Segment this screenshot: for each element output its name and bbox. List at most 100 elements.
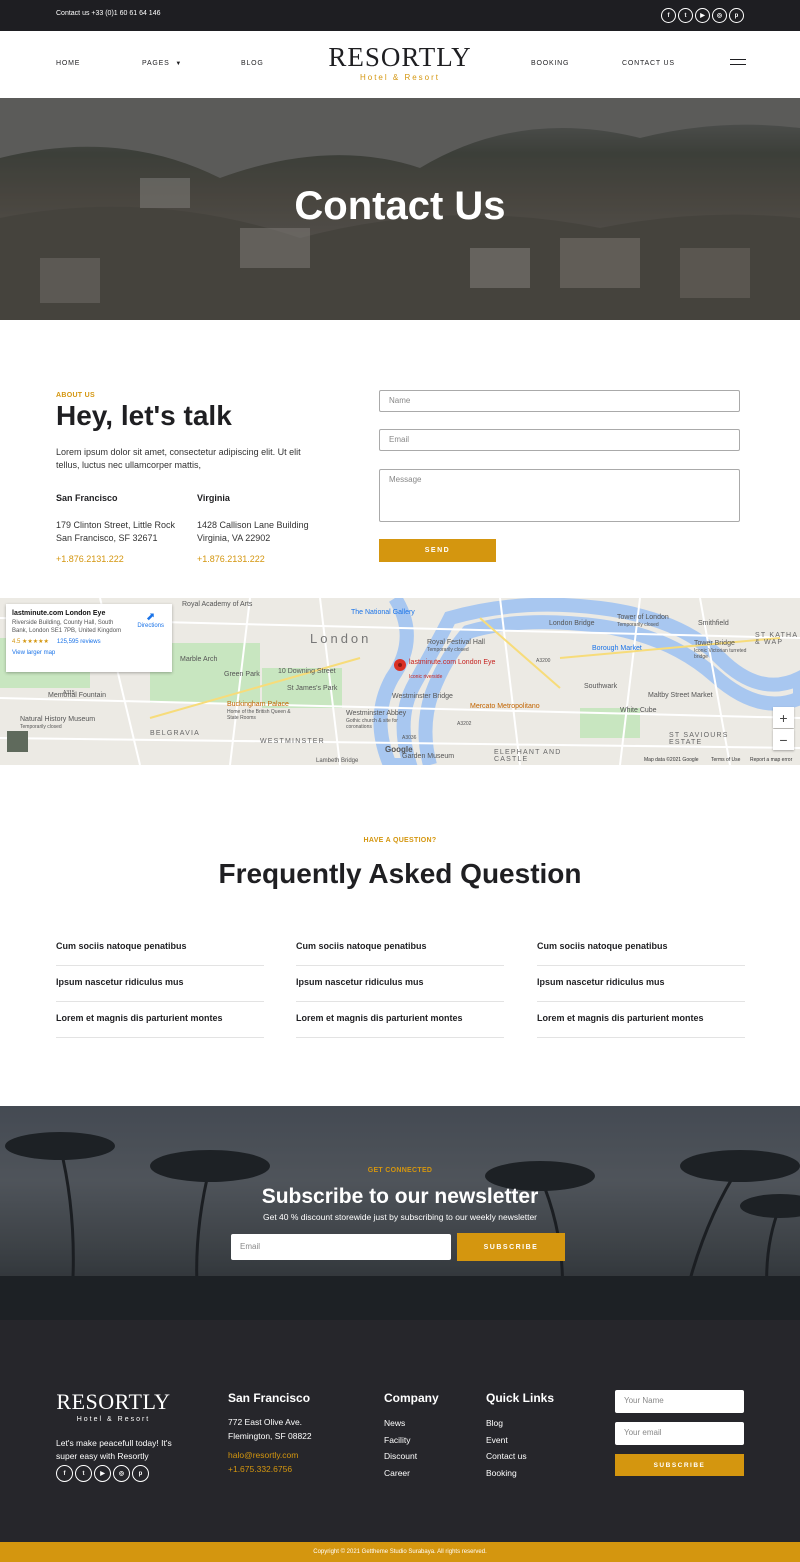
view-larger-map-link[interactable]: View larger map	[12, 650, 166, 656]
zoom-out-button[interactable]: −	[773, 729, 794, 750]
message-field[interactable]: Message	[379, 469, 740, 522]
about-title: Hey, let's talk	[56, 400, 232, 431]
map-label: Westminster Bridge	[392, 693, 453, 700]
nav-contact[interactable]: CONTACT US	[622, 60, 675, 67]
location-map[interactable]: lastminute.com London Eye Riverside Buil…	[0, 598, 800, 765]
footer-column-title: Company	[384, 1391, 439, 1405]
logo-brand: RESORTLY	[328, 42, 472, 72]
map-label: Garden Museum	[402, 753, 455, 760]
map-label: A3036	[402, 735, 417, 741]
topbar-contact: Contact us +33 (0)1 60 61 64 146	[56, 10, 161, 17]
youtube-icon[interactable]: ▶	[695, 8, 710, 23]
pinterest-icon[interactable]: p	[729, 8, 744, 23]
faq-question[interactable]: Lorem et magnis dis parturient montes	[296, 1002, 504, 1038]
map-label: Home of the British Queen & State Rooms	[227, 709, 291, 721]
faq-question[interactable]: Ipsum nascetur ridiculus mus	[56, 966, 264, 1002]
footer-quick-links-column: Quick Links Blog Event Contact us Bookin…	[486, 1391, 554, 1481]
map-label: London	[310, 631, 372, 646]
about-intro: Lorem ipsum dolor sit amet, consectetur …	[56, 447, 301, 470]
facebook-icon[interactable]: f	[661, 8, 676, 23]
footer-link[interactable]: Booking	[486, 1465, 554, 1482]
faq-question[interactable]: Lorem et magnis dis parturient montes	[537, 1002, 745, 1038]
map-label: St James's Park	[287, 685, 338, 692]
map-label: Temporarily closed	[427, 647, 469, 653]
faq-question[interactable]: Cum sociis natoque penatibus	[537, 930, 745, 966]
instagram-icon[interactable]: ◎	[113, 1465, 130, 1482]
footer-logo[interactable]: RESORTLY Hotel & Resort	[56, 1389, 171, 1424]
map-card-address: Riverside Building, County Hall, South B…	[12, 620, 122, 634]
map-label: ELEPHANT AND CASTLE	[494, 749, 562, 763]
name-field[interactable]: Name	[379, 390, 740, 412]
newsletter-email-input[interactable]: Email	[231, 1234, 451, 1260]
pinterest-icon[interactable]: p	[132, 1465, 149, 1482]
map-rating: 4.5 ★★★★★	[12, 639, 49, 645]
footer-link[interactable]: News	[384, 1415, 439, 1432]
footer-link[interactable]: Career	[384, 1465, 439, 1482]
site-logo[interactable]: RESORTLY Hotel & Resort	[0, 43, 800, 82]
hero-title: Contact Us	[294, 184, 506, 228]
nav-booking[interactable]: BOOKING	[531, 60, 569, 67]
hero-banner: Contact Us	[0, 98, 800, 320]
map-label: Westminster Abbey	[346, 710, 407, 717]
footer-address: 772 East Olive Ave.	[228, 1417, 303, 1427]
office-address: 1428 Callison Lane Building Virginia, VA…	[197, 519, 309, 544]
twitter-icon[interactable]: t	[678, 8, 693, 23]
footer-link[interactable]: Contact us	[486, 1448, 554, 1465]
office-city: San Francisco	[56, 493, 118, 503]
footer-city: Flemington, SF 08822	[228, 1431, 312, 1441]
facebook-icon[interactable]: f	[56, 1465, 73, 1482]
top-bar: Contact us +33 (0)1 60 61 64 146 f t ▶ ◎…	[0, 0, 800, 31]
zoom-in-button[interactable]: +	[773, 707, 794, 728]
newsletter-subtitle: Get 40 % discount storewide just by subs…	[262, 1212, 538, 1222]
logo-tagline: Hotel & Resort	[359, 73, 441, 82]
footer-logo-brand: RESORTLY	[56, 1389, 171, 1414]
map-label: Buckingham Palace	[227, 701, 289, 708]
faq-question[interactable]: Cum sociis natoque penatibus	[56, 930, 264, 966]
map-label: Memorial Fountain	[48, 692, 106, 699]
directions-button[interactable]: ⬈ Directions	[137, 610, 164, 629]
site-footer: RESORTLY Hotel & Resort Let's make peace…	[0, 1320, 800, 1542]
topbar-socials: f t ▶ ◎ p	[661, 8, 744, 23]
faq-question[interactable]: Ipsum nascetur ridiculus mus	[537, 966, 745, 1002]
send-button[interactable]: SEND	[379, 539, 496, 562]
footer-link[interactable]: Facility	[384, 1432, 439, 1449]
map-label: ST KATHA & WAP	[755, 632, 798, 646]
footer-socials: f t ▶ ◎ p	[56, 1465, 149, 1482]
office-phone[interactable]: +1.876.2131.222	[56, 553, 186, 567]
office-sf: San Francisco 179 Clinton Street, Little…	[56, 492, 186, 566]
footer-text: Let's make peacefull today! It's super e…	[56, 1438, 172, 1461]
footer-link[interactable]: Event	[486, 1432, 554, 1449]
map-label: The National Gallery	[351, 609, 415, 616]
footer-email-link[interactable]: halo@resortly.com	[228, 1448, 312, 1462]
map-label: lastminute.com London Eye	[409, 659, 496, 666]
menu-hamburger-icon[interactable]	[730, 59, 746, 69]
faq-column: Cum sociis natoque penatibus Ipsum nasce…	[537, 930, 745, 1038]
faq-question[interactable]: Ipsum nascetur ridiculus mus	[296, 966, 504, 1002]
map-reviews-link[interactable]: 125,595 reviews	[57, 639, 101, 645]
youtube-icon[interactable]: ▶	[94, 1465, 111, 1482]
street-view-pegman-icon[interactable]	[7, 731, 28, 752]
footer-phone-link[interactable]: +1.675.332.6756	[228, 1462, 312, 1476]
copyright-bar: Copyright © 2021 Gettheme Studio Surabay…	[0, 1542, 800, 1562]
directions-label: Directions	[137, 623, 164, 629]
map-attribution: Map data ©2021 Google	[644, 757, 699, 763]
map-report-link[interactable]: Report a map error	[750, 757, 792, 763]
map-label: WESTMINSTER	[260, 738, 325, 745]
footer-name-input[interactable]: Your Name	[615, 1390, 744, 1413]
footer-sf-column: San Francisco 772 East Olive Ave. Flemin…	[228, 1391, 312, 1476]
newsletter-subscribe-button[interactable]: SUBSCRIBE	[457, 1233, 565, 1261]
footer-link[interactable]: Discount	[384, 1448, 439, 1465]
twitter-icon[interactable]: t	[75, 1465, 92, 1482]
faq-question[interactable]: Lorem et magnis dis parturient montes	[56, 1002, 264, 1038]
footer-email-input[interactable]: Your email	[615, 1422, 744, 1445]
footer-subscribe-button[interactable]: SUBSCRIBE	[615, 1454, 744, 1476]
instagram-icon[interactable]: ◎	[712, 8, 727, 23]
map-terms-link[interactable]: Terms of Use	[711, 757, 740, 763]
footer-link[interactable]: Blog	[486, 1415, 554, 1432]
map-label: A315	[63, 690, 75, 696]
faq-question[interactable]: Cum sociis natoque penatibus	[296, 930, 504, 966]
newsletter-label: GET CONNECTED	[367, 1167, 433, 1174]
email-field[interactable]: Email	[379, 429, 740, 451]
office-phone[interactable]: +1.876.2131.222	[197, 553, 327, 567]
map-label: A3200	[536, 658, 551, 664]
